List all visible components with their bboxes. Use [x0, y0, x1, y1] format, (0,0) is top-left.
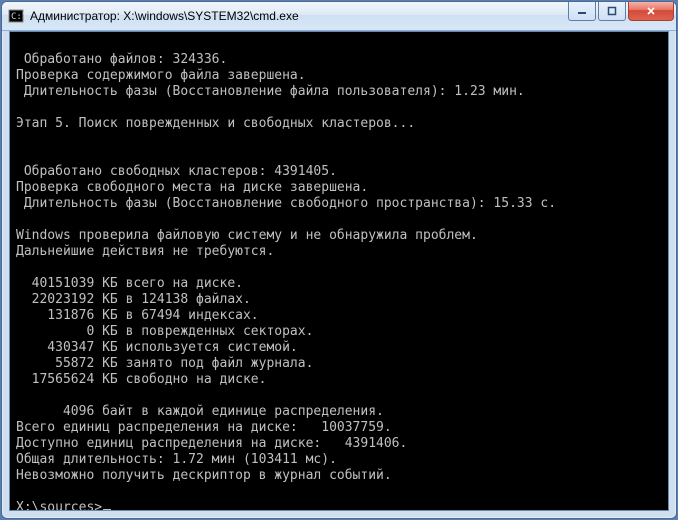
terminal-line [10, 36, 668, 52]
terminal-line [10, 388, 668, 404]
terminal-line [10, 260, 668, 276]
svg-text:C:\: C:\ [11, 12, 24, 22]
cmd-icon: C:\ [8, 8, 24, 24]
terminal-line [10, 132, 668, 148]
terminal-line: Обработано свободных кластеров: 4391405. [10, 164, 668, 180]
terminal-line: Длительность фазы (Восстановление свобод… [10, 196, 668, 212]
terminal-line: 40151039 КБ всего на диске. [10, 276, 668, 292]
terminal-prompt: X:\sources> [16, 500, 102, 511]
terminal-line [10, 148, 668, 164]
terminal-line: 22023192 КБ в 124138 файлах. [10, 292, 668, 308]
terminal-line: Общая длительность: 1.72 мин (103411 мс)… [10, 452, 668, 468]
terminal-line: Длительность фазы (Восстановление файла … [10, 84, 668, 100]
terminal-line: 55872 КБ занято под файл журнала. [10, 356, 668, 372]
terminal-line: Этап 5. Поиск поврежденных и свободных к… [10, 116, 668, 132]
terminal-line: 4096 байт в каждой единице распределения… [10, 404, 668, 420]
window-controls [568, 2, 674, 21]
terminal-line [10, 100, 668, 116]
terminal-line: 430347 КБ используется системой. [10, 340, 668, 356]
terminal-line: Проверка свободного места на диске завер… [10, 180, 668, 196]
terminal-area[interactable]: Обработано файлов: 324336.Проверка содер… [9, 31, 669, 511]
terminal-line: Windows проверила файловую систему и не … [10, 228, 668, 244]
terminal-line: Проверка содержимого файла завершена. [10, 68, 668, 84]
terminal-line: Обработано файлов: 324336. [10, 52, 668, 68]
maximize-button[interactable] [598, 2, 626, 21]
titlebar[interactable]: C:\ Администратор: X:\windows\SYSTEM32\c… [2, 2, 676, 31]
terminal-line: 0 КБ в поврежденных секторах. [10, 324, 668, 340]
terminal-line [10, 212, 668, 228]
cmd-window: C:\ Администратор: X:\windows\SYSTEM32\c… [1, 1, 677, 519]
minimize-button[interactable] [568, 2, 596, 21]
terminal-line: 131876 КБ в 67494 индексах. [10, 308, 668, 324]
terminal-line: 17565624 КБ свободно на диске. [10, 372, 668, 388]
terminal-line: Доступно единиц распределения на диске: … [10, 436, 668, 452]
terminal-line: Дальнейшие действия не требуются. [10, 244, 668, 260]
terminal-prompt-line[interactable]: X:\sources> [10, 500, 668, 511]
terminal-cursor [103, 509, 111, 511]
close-button[interactable] [628, 2, 674, 21]
terminal-line [10, 484, 668, 500]
terminal-line: Невозможно получить дескриптор в журнал … [10, 468, 668, 484]
window-title: Администратор: X:\windows\SYSTEM32\cmd.e… [30, 9, 299, 23]
terminal-line: Всего единиц распределения на диске: 100… [10, 420, 668, 436]
terminal-output: Обработано файлов: 324336.Проверка содер… [10, 32, 668, 511]
